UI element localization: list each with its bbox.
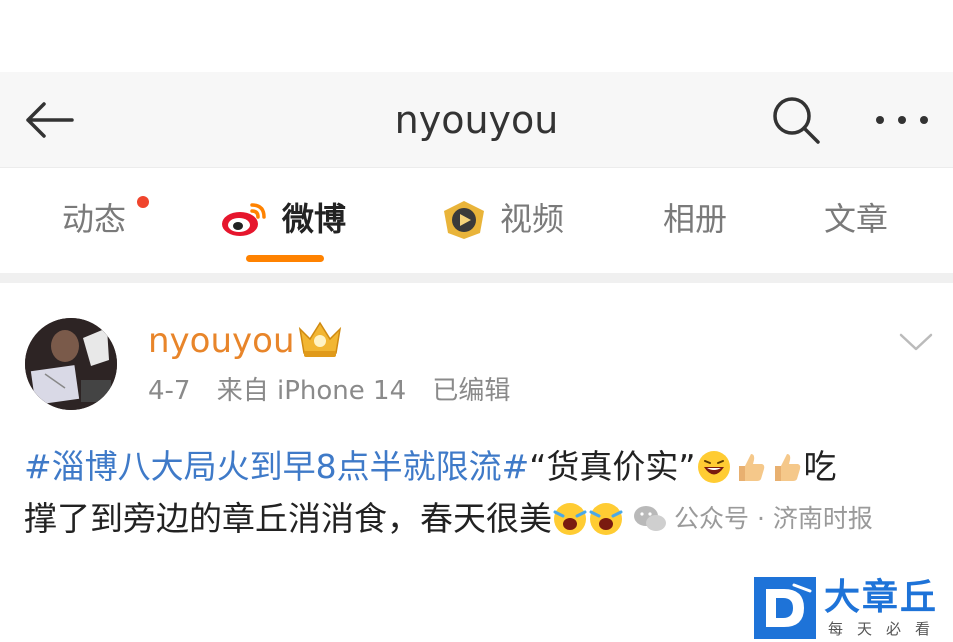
- crying-laughing-emoji-icon: [553, 503, 587, 535]
- active-tab-indicator: [246, 255, 324, 262]
- post-text: 吃: [803, 447, 837, 486]
- avatar[interactable]: [25, 318, 117, 410]
- navigation-bar: nyouyou: [0, 72, 953, 168]
- post-meta: 4-7 来自 iPhone 14 已编辑: [148, 373, 528, 409]
- tab-label: 动态: [62, 200, 127, 238]
- post-date: 4-7: [148, 376, 191, 406]
- tab-video[interactable]: 视频: [440, 195, 564, 243]
- status-bar-area: [0, 0, 953, 72]
- notification-dot: [137, 196, 149, 208]
- tab-dynamics[interactable]: 动态: [62, 195, 126, 243]
- tab-label: 微博: [282, 200, 347, 238]
- wechat-icon: [634, 506, 666, 531]
- crown-badge-icon: [296, 317, 344, 361]
- dazhangqiu-logo: 大章丘 每天必看: [754, 577, 953, 642]
- thumbs-up-emoji-icon: [774, 454, 800, 481]
- post-text: “货真价实”: [529, 447, 696, 486]
- search-icon[interactable]: [770, 94, 822, 146]
- logo-slogan: 每天必看: [828, 620, 945, 638]
- post-source: 来自 iPhone 14: [216, 376, 407, 406]
- laughing-emoji-icon: [697, 451, 730, 483]
- logo-badge-icon: [754, 577, 816, 639]
- tab-label: 文章: [824, 200, 889, 238]
- hashtag-link[interactable]: #淄博八大局火到早8点半就限流#: [24, 441, 529, 493]
- weibo-logo-icon: [222, 203, 266, 236]
- watermark: 公众号 · 济南时报: [632, 493, 873, 545]
- more-options-icon[interactable]: [872, 100, 932, 140]
- thumbs-up-emoji-icon: [738, 454, 764, 481]
- post-username[interactable]: nyouyou: [148, 319, 295, 363]
- section-divider: [0, 273, 953, 283]
- tab-articles[interactable]: 文章: [824, 195, 888, 243]
- tab-album[interactable]: 相册: [663, 195, 727, 243]
- watermark-text: 公众号 · 济南时报: [674, 504, 873, 533]
- video-badge-icon: [444, 201, 484, 239]
- chevron-down-icon[interactable]: [898, 329, 934, 355]
- logo-name: 大章丘: [824, 577, 939, 618]
- post-text: 撑了到旁边的章丘消消食，春天很美: [24, 499, 552, 538]
- post-content-line: 撑了到旁边的章丘消消食，春天很美 公众号 · 济南时报: [24, 493, 924, 545]
- post-content-line: #淄博八大局火到早8点半就限流# “货真价实” 吃: [24, 441, 924, 493]
- tab-label: 相册: [663, 200, 728, 238]
- tab-label: 视频: [500, 200, 565, 238]
- edited-label: 已编辑: [432, 376, 511, 406]
- post-content: #淄博八大局火到早8点半就限流# “货真价实” 吃 撑了到旁边的章丘消消食，春天…: [24, 441, 924, 545]
- profile-tabs: 动态 微博 视频 相册 文章: [0, 169, 953, 273]
- tab-weibo[interactable]: 微博: [220, 195, 346, 243]
- crying-laughing-emoji-icon: [589, 503, 623, 535]
